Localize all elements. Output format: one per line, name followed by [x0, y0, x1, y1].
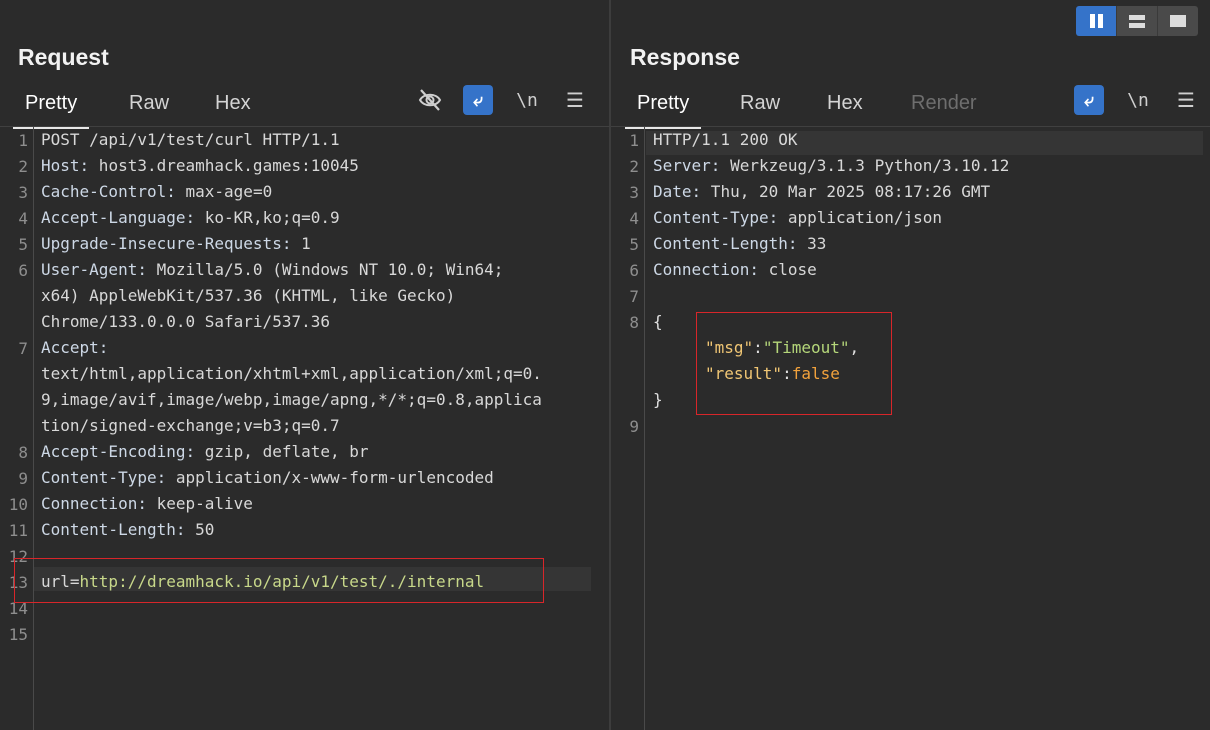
hide-headers-button[interactable] — [416, 86, 444, 114]
line-number: 3 — [18, 183, 28, 202]
line-number: 1 — [18, 131, 28, 150]
line-number: 9 — [629, 417, 639, 436]
header-name: Content-Length — [41, 520, 176, 539]
header-name: Content-Type — [41, 468, 157, 487]
request-line-gutter: 1 2 3 4 5 6 7 8 9 10 11 12 13 14 15 — [0, 127, 34, 730]
header-value-continued: 9,image/avif,image/webp,image/apng,*/*;q… — [41, 390, 542, 409]
response-tab-raw[interactable]: Raw — [740, 92, 780, 115]
line-number: 10 — [8, 495, 28, 514]
header-value: application/x-www-form-urlencoded — [166, 468, 494, 487]
line-number: 4 — [18, 209, 28, 228]
header-value: 50 — [185, 520, 215, 539]
header-value: keep-alive — [146, 494, 253, 513]
header-value: gzip, deflate, br — [195, 442, 369, 461]
line-number: 8 — [18, 443, 28, 462]
line-number: 6 — [629, 261, 639, 280]
request-tab-raw[interactable]: Raw — [129, 92, 169, 115]
line-number: 8 — [629, 313, 639, 332]
response-viewer[interactable]: HTTP/1.1 200 OK Server: Werkzeug/3.1.3 P… — [653, 127, 1009, 409]
wrap-icon: ⤶ — [1083, 89, 1095, 111]
header-name: Connection — [41, 494, 138, 513]
response-tab-pretty[interactable]: Pretty — [624, 92, 702, 129]
header-name: Connection — [653, 260, 750, 279]
request-line: POST /api/v1/test/curl HTTP/1.1 — [41, 130, 340, 149]
header-name: Content-Type — [653, 208, 769, 227]
wrap-lines-button[interactable]: ⤶ — [463, 85, 493, 115]
request-pane: Request Pretty Raw Hex ⤶ \n ☰ 1 2 3 4 5 … — [0, 0, 610, 730]
show-newlines-button[interactable]: \n — [513, 86, 541, 114]
json-close-brace: } — [653, 390, 663, 409]
response-tab-hex[interactable]: Hex — [827, 92, 863, 115]
line-number: 9 — [18, 469, 28, 488]
hamburger-icon: ☰ — [1177, 88, 1195, 112]
line-number: 1 — [629, 131, 639, 150]
response-line-gutter: 1 2 3 4 5 6 7 8 9 — [611, 127, 645, 730]
line-number: 5 — [18, 235, 28, 254]
line-number: 4 — [629, 209, 639, 228]
response-title: Response — [630, 44, 740, 70]
line-number: 5 — [629, 235, 639, 254]
header-value: close — [758, 260, 817, 279]
header-value: Thu, 20 Mar 2025 08:17:26 GMT — [701, 182, 991, 201]
highlight-box — [14, 558, 544, 603]
highlight-box — [696, 312, 892, 415]
header-value: 1 — [291, 234, 311, 253]
line-number: 2 — [18, 157, 28, 176]
header-value: host3.dreamhack.games:10045 — [89, 156, 359, 175]
response-tabs: Pretty Raw Hex Render — [611, 88, 1210, 129]
json-open-brace: { — [653, 312, 663, 331]
status-line: HTTP/1.1 200 OK — [653, 130, 798, 149]
header-name: Server — [653, 156, 711, 175]
line-number: 3 — [629, 183, 639, 202]
line-number: 15 — [8, 625, 28, 644]
request-tab-hex[interactable]: Hex — [215, 92, 251, 115]
request-editor[interactable]: POST /api/v1/test/curl HTTP/1.1 Host: ho… — [41, 127, 542, 591]
header-value: 33 — [797, 234, 827, 253]
header-value: Werkzeug/3.1.3 Python/3.10.12 — [720, 156, 1010, 175]
header-value: Mozilla/5.0 (Windows NT 10.0; Win64; — [146, 260, 504, 279]
header-name: Upgrade-Insecure-Requests — [41, 234, 282, 253]
header-value: max-age=0 — [175, 182, 273, 201]
wrap-icon: ⤶ — [472, 89, 484, 111]
hamburger-icon: ☰ — [566, 88, 584, 112]
header-name: Accept-Encoding — [41, 442, 186, 461]
line-number: 2 — [629, 157, 639, 176]
request-title: Request — [18, 44, 109, 70]
header-value: application/json — [778, 208, 942, 227]
show-newlines-button[interactable]: \n — [1124, 86, 1152, 114]
header-name: Date — [653, 182, 692, 201]
header-name: Cache-Control — [41, 182, 167, 201]
response-pane: Response Pretty Raw Hex Render ⤶ \n ☰ 1 … — [611, 0, 1210, 730]
header-value-continued: tion/signed-exchange;v=b3;q=0.7 — [41, 416, 340, 435]
response-menu-button[interactable]: ☰ — [1172, 86, 1200, 114]
header-value-continued: Chrome/133.0.0.0 Safari/537.36 — [41, 312, 330, 331]
line-number: 11 — [8, 521, 28, 540]
header-name: Accept — [41, 338, 99, 357]
eye-slash-icon — [418, 89, 442, 111]
header-name: Host — [41, 156, 80, 175]
wrap-lines-button[interactable]: ⤶ — [1074, 85, 1104, 115]
line-number: 7 — [629, 287, 639, 306]
line-number: 7 — [18, 339, 28, 358]
request-menu-button[interactable]: ☰ — [561, 86, 589, 114]
header-name: Accept-Language — [41, 208, 186, 227]
line-number: 6 — [18, 261, 28, 280]
header-value-continued: text/html,application/xhtml+xml,applicat… — [41, 364, 542, 383]
header-name: User-Agent — [41, 260, 138, 279]
header-value-continued: x64) AppleWebKit/537.36 (KHTML, like Gec… — [41, 286, 456, 305]
header-name: Content-Length — [653, 234, 788, 253]
response-tab-render[interactable]: Render — [911, 92, 977, 115]
header-value: ko-KR,ko;q=0.9 — [195, 208, 340, 227]
request-tab-pretty[interactable]: Pretty — [12, 92, 90, 129]
